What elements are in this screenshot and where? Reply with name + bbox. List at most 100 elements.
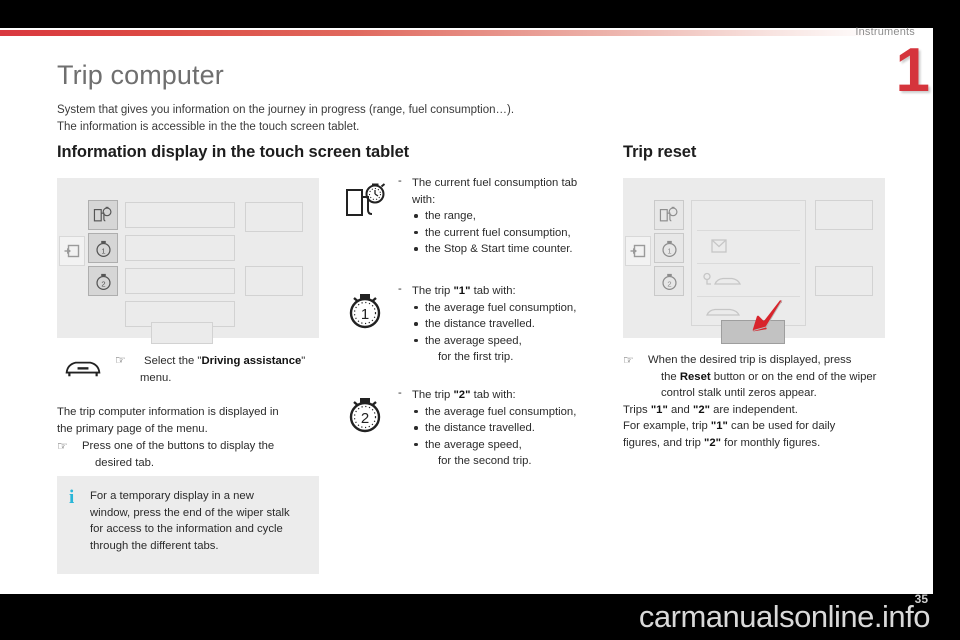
example-text-a: For example, trip [623, 420, 711, 433]
tablet-side-field-2-right [815, 266, 873, 296]
stopwatch-2-icon: 2 [95, 273, 111, 290]
fuel-pump-stopwatch-icon [93, 206, 112, 222]
driving-assistance-label: Driving assistance [201, 355, 302, 367]
info-note-line-2: window, press the end of the wiper stalk [90, 506, 290, 519]
reset-text-b: button or on the end of the wiper [710, 370, 877, 383]
bullet-text: the current fuel consumption, [425, 226, 571, 239]
tab-button-trip-2[interactable]: 2 [88, 266, 118, 296]
svg-text:1: 1 [101, 246, 105, 255]
touch-screen-tablet-illustration-left: 1 2 [57, 178, 319, 344]
list-item: the distance travelled. [412, 316, 608, 333]
trip-info-line-2: the primary page of the menu. [57, 422, 208, 435]
item-text-trip-2: The trip "2" tab with: the average fuel … [412, 387, 608, 470]
list-item: the range, [412, 208, 608, 225]
red-gradient-rule [0, 30, 880, 36]
tab-button-fuel-consumption[interactable] [88, 200, 118, 230]
list-item: the current fuel consumption, [412, 225, 608, 242]
list-item: the average fuel consumption, [412, 300, 608, 317]
car-key-icon [703, 272, 745, 293]
trip-2-label-2: "2" [704, 436, 722, 449]
bullet-text: the Stop & Start time counter. [425, 243, 573, 256]
trip-info-line-1: The trip computer information is display… [57, 406, 279, 418]
bullet-list-fuel: the range, the current fuel consumption,… [412, 208, 608, 258]
info-note-text: For a temporary display in a new window,… [90, 488, 311, 554]
trip-info-paragraph: The trip computer information is display… [57, 404, 319, 437]
panel-divider-1 [697, 230, 800, 231]
tab-button-trip-2-right[interactable]: 2 [654, 266, 684, 296]
press-button-line-2: desired tab. [95, 456, 155, 469]
svg-text:2: 2 [101, 279, 105, 288]
bullet-text: the distance travelled. [425, 422, 535, 435]
item-head-trip-1: The trip "1" tab with: [412, 283, 608, 300]
trips-text-c: and [667, 403, 693, 416]
tab-button-fuel-consumption-right[interactable] [654, 200, 684, 230]
select-menu-line-2: menu. [140, 371, 172, 384]
item-head-line-1: The current fuel consumption tab [412, 177, 578, 189]
intro-line-1: System that gives you information on the… [57, 104, 515, 116]
item-tail-trip-1: for the first trip. [438, 351, 514, 364]
reset-button-label: Reset [679, 370, 711, 383]
bullet-text: the average fuel consumption, [425, 301, 577, 314]
bullet-list-trip-1: the average fuel consumption, the distan… [412, 300, 608, 350]
intro-line-2: The information is accessible in the the… [57, 121, 360, 133]
svg-text:2: 2 [361, 410, 369, 427]
car-front-icon [63, 356, 103, 387]
tab-button-trip-1-right[interactable]: 1 [654, 233, 684, 263]
item-dash-1: - [398, 175, 402, 187]
head-suffix: tab with: [470, 285, 516, 297]
middle-column: - The current fuel consumption tab with:… [340, 175, 608, 487]
info-icon: i [69, 487, 75, 508]
tablet-bottom-field [151, 322, 213, 344]
bullet-text: the average speed, [425, 334, 522, 347]
reset-text-a: the [661, 370, 680, 383]
list-item: the average speed, [412, 437, 608, 454]
list-item: the average speed, [412, 333, 608, 350]
item-dash-2: - [398, 283, 402, 295]
head-prefix: The trip [412, 389, 454, 401]
select-menu-text-before: Select the " [144, 355, 202, 367]
hand-pointer-icon: ☞ [115, 353, 126, 367]
press-button-instruction: ☞ Press one of the buttons to display th… [57, 438, 319, 471]
reset-line-1: When the desired trip is displayed, pres… [648, 354, 852, 366]
bullet-text: the distance travelled. [425, 318, 535, 331]
item-head-trip-2: The trip "2" tab with: [412, 387, 608, 404]
tablet-side-field-1-right [815, 200, 873, 230]
info-note-box: i For a temporary display in a new windo… [57, 476, 319, 574]
list-item: the average fuel consumption, [412, 404, 608, 421]
right-column: 1 2 ☞ When the desired trip is displayed… [623, 178, 885, 452]
example-line-2: figures, and trip "2" for monthly figure… [623, 435, 885, 452]
section-heading-information-display: Information display in the touch screen … [57, 143, 410, 161]
bullet-dot-icon [414, 247, 418, 251]
stopwatch-2-icon: 2 [661, 273, 677, 290]
tablet-side-field-2 [245, 266, 303, 296]
bullet-text: the range, [425, 210, 476, 223]
stopwatch-2-icon-large: 2 [344, 393, 388, 440]
tablet-side-key-icon-right [625, 236, 651, 266]
trips-independent-text: Trips "1" and "2" are independent. [623, 402, 885, 419]
hand-pointer-icon-2: ☞ [57, 439, 68, 454]
example-text-d: figures, and trip [623, 436, 705, 449]
svg-text:2: 2 [667, 279, 671, 288]
panel-divider-2 [697, 263, 800, 264]
tablet-field-2 [125, 235, 235, 261]
top-black-band [0, 0, 960, 28]
list-item-trip-2: 2 - The trip "2" tab with: the average f… [340, 387, 608, 487]
hand-pointer-icon-3: ☞ [623, 353, 634, 367]
list-item: the distance travelled. [412, 420, 608, 437]
enter-arrow-icon [64, 244, 80, 258]
example-text-c: can be used for daily [727, 420, 836, 433]
page-number: 35 [914, 592, 928, 606]
section-heading-trip-reset: Trip reset [623, 143, 697, 161]
tablet-field-1 [125, 202, 235, 228]
bullet-text: the average speed, [425, 438, 522, 451]
enter-arrow-icon [630, 244, 646, 258]
trip-2-label: "2" [692, 403, 710, 416]
select-menu-line-1: ☞ Select the "Driving assistance" [115, 352, 319, 370]
svg-text:1: 1 [361, 306, 369, 323]
manual-page: Instruments 1 Trip computer System that … [0, 0, 960, 640]
trips-text-d: are independent. [709, 403, 798, 416]
trip-1-label: "1" [650, 403, 668, 416]
tab-button-trip-1[interactable]: 1 [88, 233, 118, 263]
reset-line-3: control stalk until zeros appear. [661, 387, 817, 400]
press-button-line-1: Press one of the buttons to display the [82, 440, 275, 453]
